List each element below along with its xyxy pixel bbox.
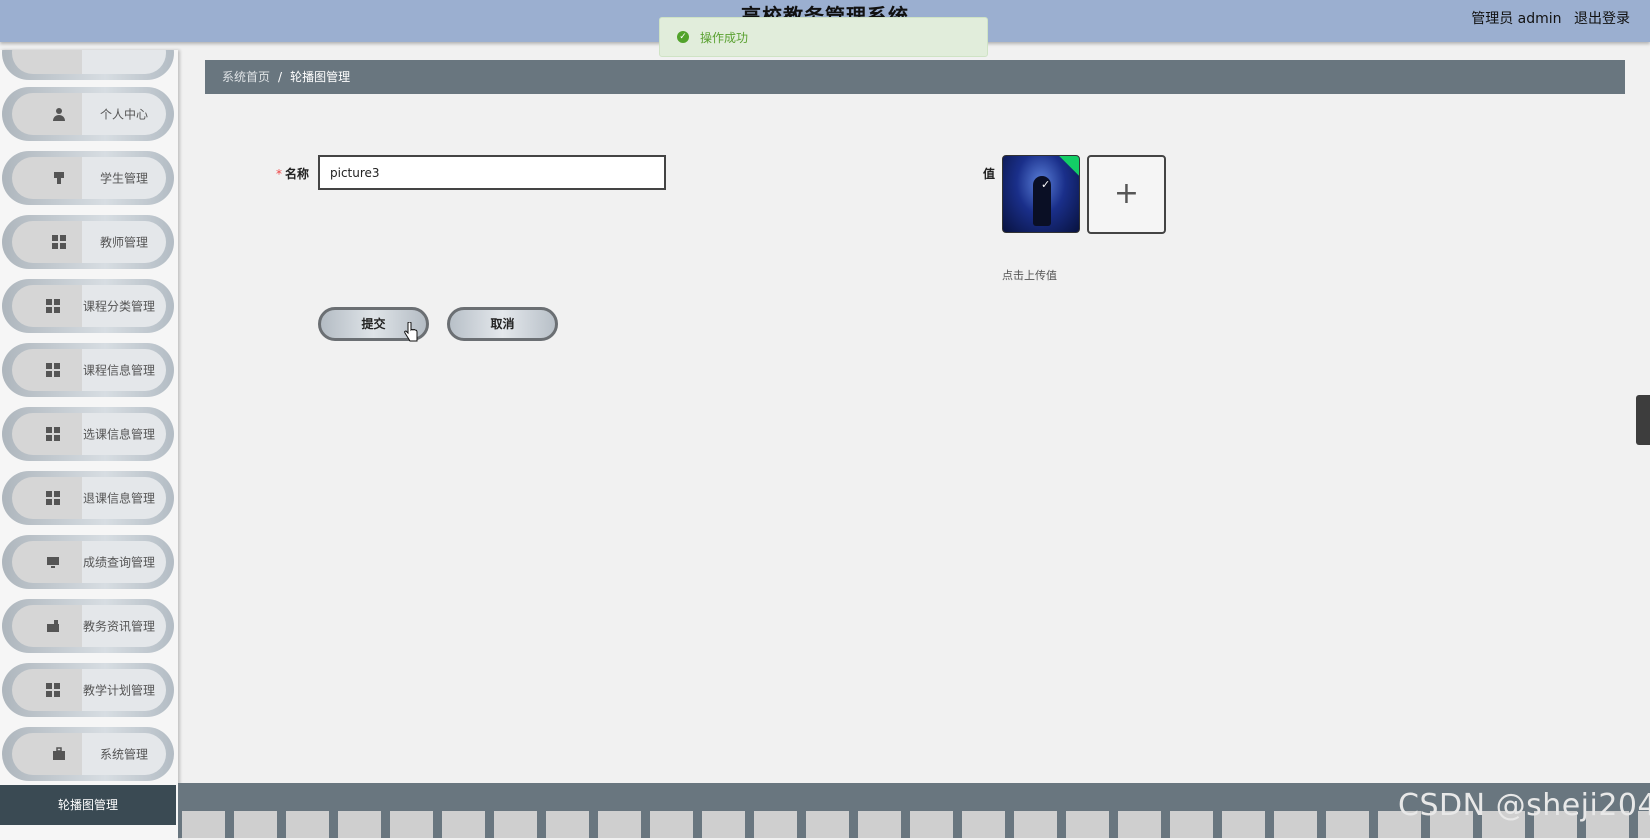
check-circle-icon: ✓ [677, 31, 689, 43]
sidebar-item-system[interactable]: 系统管理 [2, 727, 174, 781]
sidebar-item-news[interactable]: 教务资讯管理 [2, 599, 174, 653]
sidebar-item-course-info[interactable]: 课程信息管理 [2, 343, 174, 397]
grid-icon [52, 235, 66, 249]
watermark: CSDN @sheji204 [1398, 788, 1650, 823]
side-panel-toggle[interactable] [1636, 395, 1650, 445]
sidebar-item-teachers[interactable]: 教师管理 [2, 215, 174, 269]
sidebar-item-course-selection[interactable]: 选课信息管理 [2, 407, 174, 461]
uploaded-image-thumbnail[interactable]: ✓ [1002, 155, 1080, 233]
sidebar-item-course-category[interactable]: 课程分类管理 [2, 279, 174, 333]
sidebar-item-label: 课程信息管理 [82, 363, 155, 378]
app-title: 高校教务管理系统 [741, 4, 909, 18]
person-icon [53, 108, 65, 121]
user-icon [54, 172, 64, 184]
sidebar-item-label: 课程分类管理 [82, 299, 155, 314]
grid-icon [46, 427, 60, 441]
submenu-item-carousel[interactable]: 轮播图管理 [0, 785, 176, 825]
sidebar-item-teaching-plan[interactable]: 教学计划管理 [2, 663, 174, 717]
sidebar-item-students[interactable]: 学生管理 [2, 151, 174, 205]
hand-cursor-icon [404, 322, 418, 342]
breadcrumb: 系统首页 / 轮播图管理 [205, 60, 1625, 94]
sidebar-item-label: 系统管理 [99, 747, 148, 762]
user-role: 管理员 admin [1471, 11, 1562, 27]
upload-button[interactable]: + [1087, 155, 1166, 234]
sidebar-item-label: 教师管理 [99, 235, 148, 250]
sidebar-item-label: 教学计划管理 [82, 683, 155, 698]
grid-icon [46, 491, 60, 505]
sidebar-item-personal-center[interactable]: 个人中心 [2, 87, 174, 141]
grid-icon [46, 683, 60, 697]
toast-message: 操作成功 [700, 30, 749, 45]
news-icon [47, 620, 59, 632]
sidebar-item-label: 选课信息管理 [82, 427, 155, 442]
success-toast: ✓ 操作成功 [659, 17, 988, 57]
value-label: 值 [983, 167, 996, 181]
sidebar-item-course-withdrawal[interactable]: 退课信息管理 [2, 471, 174, 525]
breadcrumb-separator: / [278, 70, 283, 84]
sidebar-item-label: 个人中心 [99, 107, 148, 122]
cancel-button[interactable]: 取消 [447, 307, 558, 341]
name-label-text: 名称 [285, 167, 310, 181]
sidebar-item-label: 学生管理 [99, 171, 148, 186]
sidebar-item-label: 退课信息管理 [82, 491, 155, 506]
user-area: 管理员 admin 退出登录 [1463, 8, 1630, 28]
grid-icon [46, 299, 60, 313]
breadcrumb-home[interactable]: 系统首页 [222, 70, 270, 84]
sidebar-item-grades[interactable]: 成绩查询管理 [2, 535, 174, 589]
grid-icon [46, 363, 60, 377]
briefcase-icon [53, 747, 65, 760]
name-input[interactable] [318, 155, 666, 190]
name-label: * 名称 [276, 165, 309, 182]
sidebar-item-partial[interactable] [2, 50, 174, 80]
sidebar-item-label: 教务资讯管理 [82, 619, 155, 634]
sidebar: 个人中心 学生管理 教师管理 课程分类管理 课程信息管理 选课信息管理 退课信息… [0, 50, 178, 840]
sidebar-item-label: 成绩查询管理 [82, 555, 155, 570]
upload-success-corner [1059, 156, 1079, 176]
logout-link[interactable]: 退出登录 [1574, 11, 1630, 27]
plus-icon: + [1113, 176, 1140, 211]
check-icon: ✓ [1041, 178, 1051, 191]
monitor-icon [47, 557, 59, 568]
required-mark: * [276, 167, 282, 181]
upload-hint: 点击上传值 [1002, 269, 1057, 282]
breadcrumb-current: 轮播图管理 [290, 70, 351, 84]
